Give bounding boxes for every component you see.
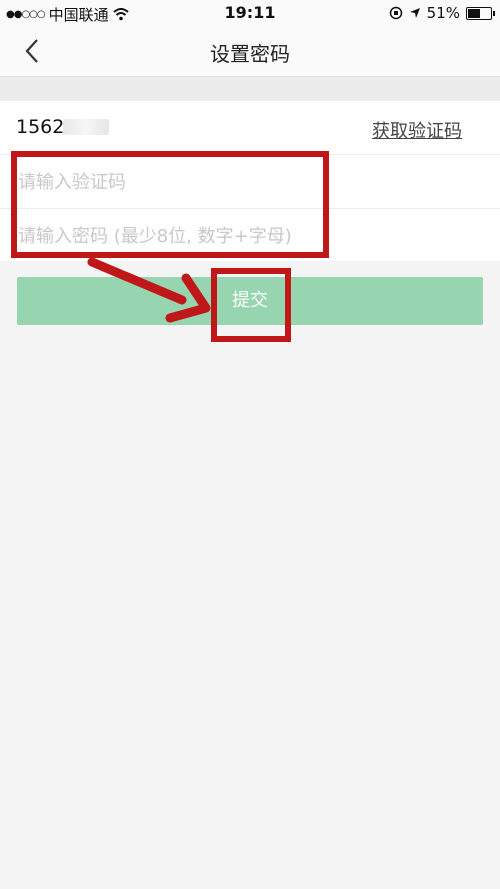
phone-redaction	[63, 119, 109, 135]
battery-icon	[466, 6, 495, 20]
page-title: 设置密码	[210, 42, 290, 66]
code-row	[0, 155, 500, 209]
password-form: 1562 获取验证码	[0, 101, 500, 261]
verification-code-input[interactable]	[16, 165, 480, 199]
status-right: 51%	[389, 4, 495, 22]
get-verification-code-link[interactable]: 获取验证码	[372, 117, 462, 143]
section-divider	[0, 77, 500, 101]
phone-number: 1562	[16, 116, 65, 138]
phone-row: 1562 获取验证码	[0, 101, 500, 155]
orientation-lock-icon	[389, 6, 402, 20]
status-bar: ●●○○○ 中国联通 19:11 51%	[0, 0, 500, 26]
password-row	[0, 209, 500, 262]
password-input[interactable]	[16, 219, 480, 253]
navigation-bar: 设置密码	[0, 26, 500, 77]
location-arrow-icon	[409, 8, 420, 18]
submit-button[interactable]: 提交	[17, 277, 483, 325]
battery-percent: 51%	[426, 4, 460, 22]
